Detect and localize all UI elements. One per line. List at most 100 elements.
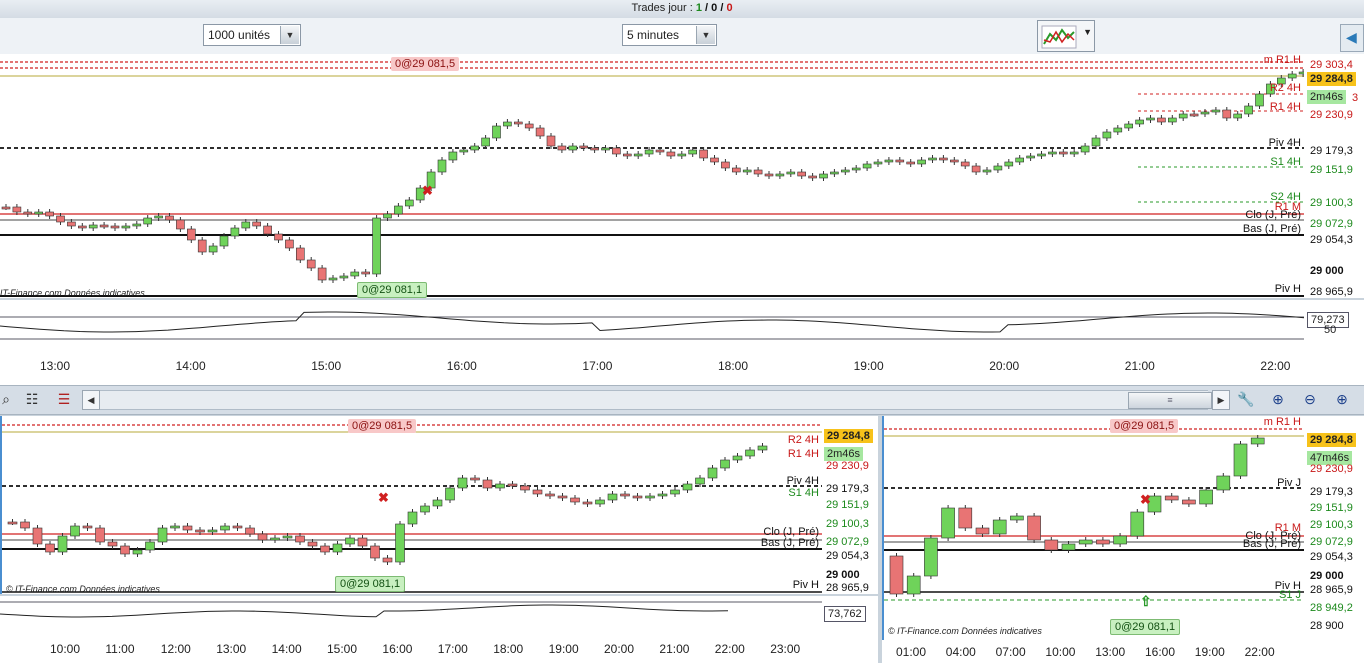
candle-body bbox=[1091, 137, 1101, 147]
magnifier-icon[interactable]: ⌕ bbox=[0, 389, 16, 409]
candle-body bbox=[1113, 127, 1123, 133]
chevron-down-icon[interactable]: ▼ bbox=[1083, 27, 1092, 37]
candle-body bbox=[644, 149, 654, 155]
main-price-chart[interactable]: ✖ 0@29 081,5 0@29 081,1 IT-Finance.com D… bbox=[0, 54, 1304, 298]
candle-body bbox=[745, 449, 755, 457]
candle-body bbox=[361, 271, 371, 275]
candle-body bbox=[157, 527, 168, 543]
candle-body bbox=[524, 123, 534, 129]
last-price-badge: 29 284,8 bbox=[1307, 72, 1356, 86]
time-label: 17:00 bbox=[582, 359, 613, 373]
chevron-down-icon[interactable]: ▼ bbox=[280, 26, 299, 44]
candle-body bbox=[437, 159, 447, 173]
wrench-icon[interactable]: 🔧 bbox=[1236, 389, 1256, 409]
trades-status-bar: Trades jour : 1 / 0 / 0 bbox=[0, 0, 1364, 19]
time-label: 10:00 bbox=[50, 642, 81, 656]
bottom-left-time-axis: 10:00 11:00 12:00 13:00 14:00 15:00 16:00 17:00… bbox=[0, 628, 878, 663]
candle-body bbox=[70, 525, 80, 537]
chevron-down-icon[interactable]: ▼ bbox=[696, 26, 715, 44]
bottom-left-chart[interactable]: ✖ 0@29 081,5 0@29 081,1 © IT-Finance.com… bbox=[0, 416, 822, 594]
candle-body bbox=[655, 149, 665, 153]
candle-body bbox=[884, 159, 894, 163]
chart-control-strip: ⌕ ☷ ☰ ◀ ≡ ▶ 🔧 ⊕ ⊖ ⊕ bbox=[0, 385, 1364, 415]
time-label: 16:00 bbox=[382, 642, 413, 656]
timeframe-select[interactable]: 5 minutes ▼ bbox=[622, 24, 717, 46]
oscillator-line bbox=[0, 601, 822, 618]
indicator-button[interactable]: ▼ bbox=[1037, 20, 1095, 52]
candle-body bbox=[707, 467, 718, 479]
candle-body bbox=[971, 165, 981, 173]
candle-body bbox=[420, 505, 430, 513]
time-label: 13:00 bbox=[1095, 645, 1126, 659]
candle-body bbox=[495, 483, 505, 489]
candle-body bbox=[470, 145, 480, 151]
horizontal-scrollbar[interactable]: ≡ bbox=[100, 390, 1212, 410]
price-label: 29 072,9 bbox=[826, 536, 869, 548]
expand-icon: ◀ bbox=[1346, 29, 1357, 45]
candle-body bbox=[45, 543, 55, 553]
candle-body bbox=[7, 521, 18, 525]
ladder-icon[interactable]: ☰ bbox=[54, 389, 74, 409]
level-label: m R1 H bbox=[1263, 54, 1301, 66]
candle-body bbox=[786, 171, 796, 175]
time-label: 20:00 bbox=[989, 359, 1020, 373]
candle-body bbox=[595, 499, 605, 505]
candle-body bbox=[862, 163, 872, 169]
scrollbar-thumb[interactable]: ≡ bbox=[1128, 392, 1212, 409]
candle-body bbox=[1102, 131, 1112, 139]
level-label: R2 4H bbox=[1269, 82, 1301, 94]
candle-body bbox=[851, 167, 861, 171]
price-label: 29 100,3 bbox=[1310, 519, 1353, 531]
level-label: S1 J bbox=[1278, 589, 1301, 601]
price-label: 29 230,9 bbox=[1310, 463, 1353, 475]
candle-body bbox=[1026, 155, 1035, 159]
candle-body bbox=[1250, 437, 1265, 445]
scroll-left-icon[interactable]: ◀ bbox=[82, 390, 100, 410]
list-icon[interactable]: ☷ bbox=[22, 389, 42, 409]
candle-body bbox=[682, 483, 693, 491]
zoom-in-icon[interactable]: ⊕ bbox=[1332, 389, 1352, 409]
copyright-text: © IT-Finance.com Données indicatives bbox=[6, 584, 160, 594]
level-label: Piv 4H bbox=[1268, 137, 1301, 149]
candle-body bbox=[1004, 161, 1014, 167]
price-label: 29 151,9 bbox=[1310, 164, 1353, 176]
bottom-left-oscillator[interactable] bbox=[0, 596, 822, 628]
bottom-right-chart[interactable]: ✖ ⇧ 0@29 081,5 0@29 081,1 © IT-Finance.co… bbox=[882, 416, 1304, 640]
price-label: 29 100,3 bbox=[826, 518, 869, 530]
quantity-select[interactable]: 1000 unités ▼ bbox=[203, 24, 301, 46]
candle-body bbox=[670, 489, 680, 495]
candle-body bbox=[207, 529, 218, 533]
candle-body bbox=[632, 495, 643, 499]
zoom-fit-icon[interactable]: ⊕ bbox=[1268, 389, 1288, 409]
candle-body bbox=[78, 225, 87, 229]
oscillator-panel[interactable] bbox=[0, 300, 1304, 345]
candle-body bbox=[34, 211, 44, 215]
candle-body bbox=[482, 479, 493, 489]
oscillator-path bbox=[0, 311, 1304, 333]
level-label: m R1 H bbox=[1263, 416, 1301, 428]
candle-body bbox=[1233, 443, 1248, 477]
main-time-axis: 13:00 14:00 15:00 16:00 17:00 18:00 19:00 20:00… bbox=[0, 345, 1364, 385]
candle-body bbox=[742, 169, 752, 173]
candle-body bbox=[165, 215, 174, 221]
bottom-right-price-axis: 29 284,8 47m46s 29 230,9 29 179,3 29 151… bbox=[1304, 416, 1364, 640]
zoom-out-icon[interactable]: ⊖ bbox=[1300, 389, 1320, 409]
panel-toggle-button[interactable]: ◀ bbox=[1340, 24, 1364, 52]
candle-body bbox=[720, 459, 730, 469]
candle-body bbox=[457, 477, 468, 489]
candle-body bbox=[350, 271, 360, 277]
candle-body bbox=[132, 549, 143, 555]
candle-body bbox=[241, 221, 251, 229]
countdown-suffix: 3 bbox=[1352, 92, 1359, 104]
level-label: Piv H bbox=[792, 579, 819, 591]
trades-label: Trades jour : bbox=[631, 2, 696, 14]
candle-body bbox=[1, 206, 11, 210]
candle-body bbox=[568, 145, 578, 151]
candle-body bbox=[941, 507, 955, 539]
price-label: 29 151,9 bbox=[826, 499, 869, 511]
scroll-right-icon[interactable]: ▶ bbox=[1212, 390, 1230, 410]
candle-body bbox=[1244, 105, 1253, 115]
candle-body bbox=[232, 525, 243, 529]
candle-body bbox=[339, 275, 349, 279]
candle-body bbox=[622, 153, 632, 157]
